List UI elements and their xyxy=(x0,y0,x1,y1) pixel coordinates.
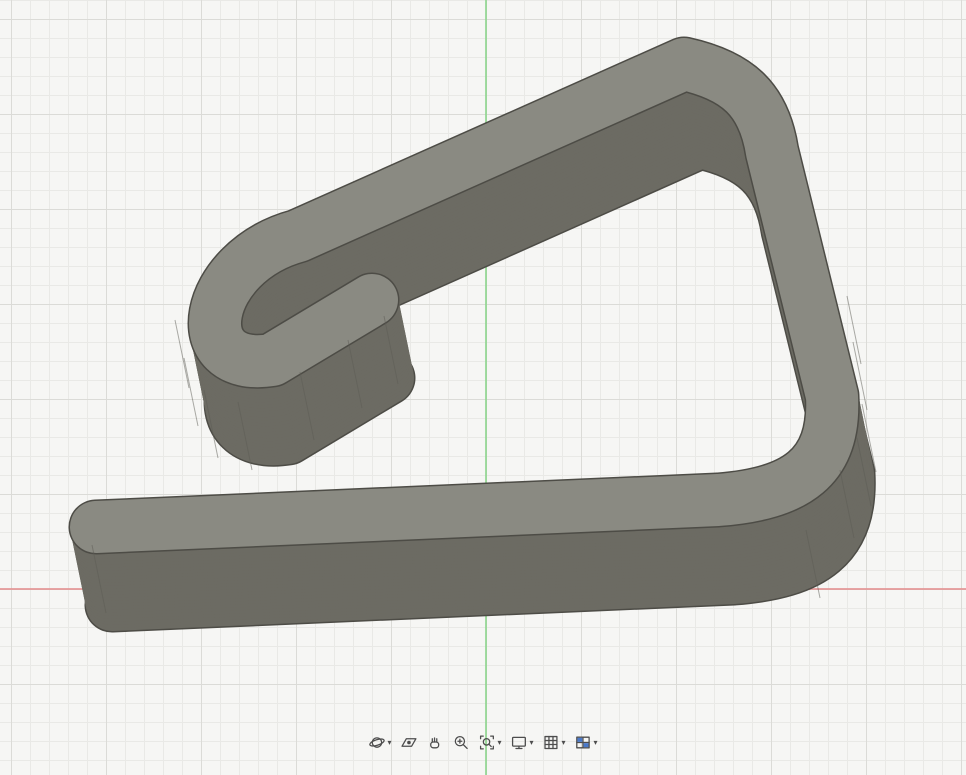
fit-zoom-window-icon xyxy=(479,735,494,750)
dropdown-caret[interactable]: ▾ xyxy=(529,738,533,747)
dropdown-caret[interactable]: ▾ xyxy=(594,738,598,747)
zoom-button[interactable] xyxy=(451,733,470,752)
grid-and-snaps-button[interactable]: ▾ xyxy=(542,733,567,752)
fit-button[interactable]: ▾ xyxy=(477,733,502,752)
dropdown-caret[interactable]: ▾ xyxy=(497,738,501,747)
orbit-button[interactable]: ▾ xyxy=(367,733,392,752)
pan-button[interactable] xyxy=(425,733,444,752)
navigation-toolbar: ▾ ▾ ▾ ▾ ▾ xyxy=(367,733,598,752)
pan-hand-icon xyxy=(430,737,440,749)
dropdown-caret[interactable]: ▾ xyxy=(562,738,566,747)
display-monitor-icon xyxy=(511,736,527,750)
display-settings-button[interactable]: ▾ xyxy=(509,733,534,752)
zoom-magnifier-icon xyxy=(454,736,468,750)
look-at-icon xyxy=(401,738,417,747)
grid-icon xyxy=(544,735,558,750)
model-canvas[interactable] xyxy=(0,0,966,775)
look-at-button[interactable] xyxy=(399,733,418,752)
viewports-button[interactable]: ▾ xyxy=(574,733,599,752)
dropdown-caret[interactable]: ▾ xyxy=(387,738,391,747)
viewport[interactable]: ▾ ▾ ▾ ▾ ▾ xyxy=(0,0,966,775)
orbit-icon xyxy=(369,737,385,748)
viewports-icon xyxy=(576,736,590,749)
